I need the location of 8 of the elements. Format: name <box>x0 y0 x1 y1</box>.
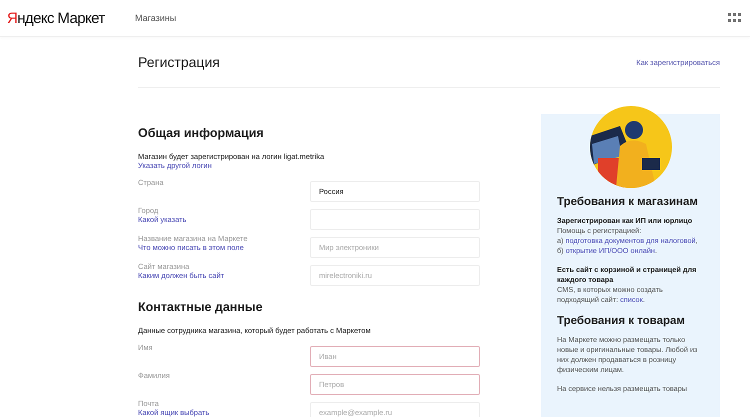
apps-grid-icon[interactable] <box>728 13 741 23</box>
section-heading: Контактные данные <box>138 300 264 314</box>
logo[interactable]: Яндекс Маркет <box>7 10 135 26</box>
nav-link[interactable]: Магазины <box>135 13 176 23</box>
requirements-heading: Требования к товарам <box>557 315 686 327</box>
page-title: Регистрация <box>138 54 220 70</box>
requirements-heading: Требования к магазинам <box>557 196 699 208</box>
section-heading: Общая информация <box>138 126 265 140</box>
